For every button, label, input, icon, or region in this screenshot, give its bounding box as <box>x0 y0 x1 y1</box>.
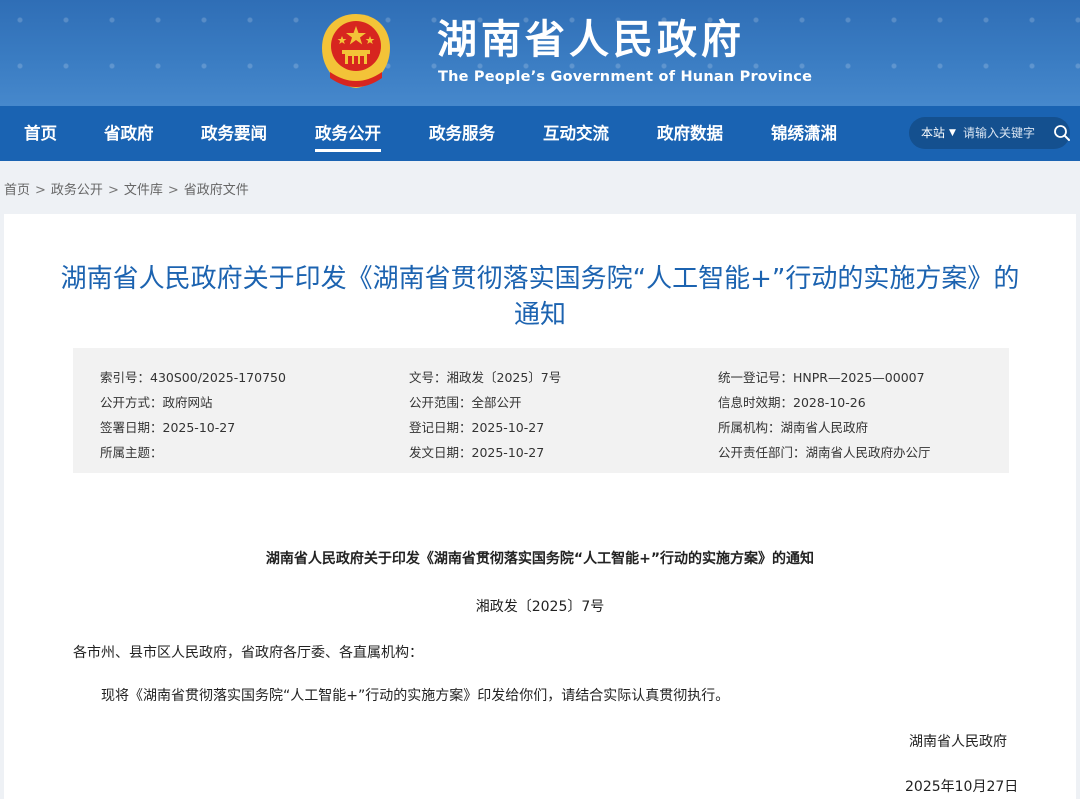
nav-item-provincial-government[interactable]: 省政府 <box>104 106 154 161</box>
breadcrumb-separator: > <box>107 183 119 198</box>
meta-responsible-department: 公开责任部门：湖南省人民政府办公厅 <box>718 445 931 460</box>
document-title: 湖南省人民政府关于印发《湖南省贯彻落实国务院“人工智能+”行动的实施方案》的通知 <box>60 264 1020 330</box>
nav-item-home[interactable]: 首页 <box>24 106 57 161</box>
meta-sign-date: 签署日期：2025-10-27 <box>100 420 236 435</box>
national-emblem-icon[interactable] <box>318 12 394 92</box>
meta-doc-no: 文号：湘政发〔2025〕7号 <box>409 370 562 385</box>
nav-item-data[interactable]: 政府数据 <box>657 106 723 161</box>
meta-organization: 所属机构：湖南省人民政府 <box>718 420 869 435</box>
breadcrumb-home[interactable]: 首页 <box>4 179 30 198</box>
body-paragraph: 现将《湖南省贯彻落实国务院“人工智能+”行动的实施方案》印发给你们，请结合实际认… <box>101 688 730 704</box>
caret-down-icon[interactable]: ▼ <box>949 117 956 149</box>
nav-item-news[interactable]: 政务要闻 <box>201 106 267 161</box>
meta-topic: 所属主题： <box>100 445 163 460</box>
breadcrumb-separator: > <box>35 183 46 198</box>
meta-register-date: 登记日期：2025-10-27 <box>409 420 545 435</box>
breadcrumb-file-library[interactable]: 文件库 <box>124 179 163 198</box>
breadcrumb-provincial-files[interactable]: 省政府文件 <box>184 179 249 198</box>
meta-registration-no: 统一登记号：HNPR—2025—00007 <box>718 370 925 385</box>
site-title[interactable]: 湖南省人民政府 <box>437 14 745 66</box>
nav-item-services[interactable]: 政务服务 <box>429 106 495 161</box>
search-box: 本站 ▼ <box>909 117 1070 149</box>
meta-open-method: 公开方式：政府网站 <box>100 395 213 410</box>
meta-open-scope: 公开范围：全部公开 <box>409 395 522 410</box>
search-scope-select[interactable]: 本站 <box>921 117 945 149</box>
body-sign-date: 2025年10月27日 <box>905 779 1019 795</box>
site-header: 湖南省人民政府 The People’s Government of Hunan… <box>0 0 1080 106</box>
breadcrumb-disclosure[interactable]: 政务公开 <box>51 179 103 198</box>
search-input[interactable] <box>963 123 1049 143</box>
breadcrumb-separator: > <box>167 183 179 198</box>
body-signer: 湖南省人民政府 <box>909 734 1007 750</box>
meta-index-no: 索引号：430S00/2025-170750 <box>100 370 286 385</box>
search-icon[interactable] <box>1053 124 1071 142</box>
meta-issue-date: 发文日期：2025-10-27 <box>409 445 545 460</box>
body-salutation: 各市州、县市区人民政府，省政府各厅委、各直属机构： <box>73 645 423 661</box>
breadcrumb: 首页 > 政务公开 > 文件库 > 省政府文件 <box>4 179 249 198</box>
document-meta-panel: 索引号：430S00/2025-170750 文号：湘政发〔2025〕7号 统一… <box>73 348 1009 473</box>
nav-item-government-affairs-disclosure[interactable]: 政务公开 <box>315 106 381 161</box>
nav-item-interaction[interactable]: 互动交流 <box>543 106 609 161</box>
body-doc-number: 湘政发〔2025〕7号 <box>475 599 605 615</box>
nav-item-scenery[interactable]: 锦绣潇湘 <box>771 106 837 161</box>
body-heading: 湖南省人民政府关于印发《湖南省贯彻落实国务院“人工智能+”行动的实施方案》的通知 <box>265 551 815 567</box>
site-subtitle: The People’s Government of Hunan Provinc… <box>438 69 813 85</box>
meta-valid-until: 信息时效期：2028-10-26 <box>718 395 866 410</box>
